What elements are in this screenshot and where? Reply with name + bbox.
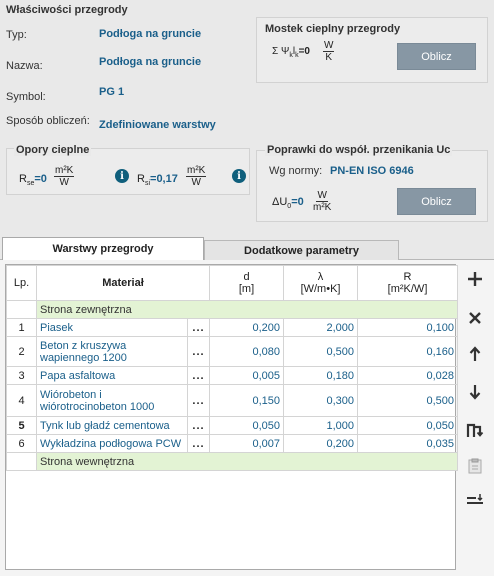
tab-layers[interactable]: Warstwy przegrody <box>2 237 204 260</box>
rsi-value: Rsi=0,17 <box>137 173 178 188</box>
split-icon[interactable] <box>464 419 486 441</box>
arrow-down-icon[interactable] <box>464 381 486 403</box>
row-d[interactable]: 0,080 <box>209 336 285 367</box>
thermal-bridge-formula: Σ Ψklk=0 <box>272 46 310 59</box>
rse-value: Rse=0 <box>19 173 47 188</box>
material-picker-button[interactable]: ... <box>186 366 211 385</box>
material-picker-button[interactable]: ... <box>186 416 211 435</box>
table-row[interactable]: 6 Wykładzina podłogowa PCW ... 0,007 0,2… <box>6 434 459 453</box>
material-picker-button[interactable]: ... <box>186 434 211 453</box>
delta-u-value: ΔU0=0 <box>272 196 304 211</box>
row-lambda[interactable]: 0,200 <box>283 434 359 453</box>
name-value: Podłoga na gruncie <box>99 56 202 68</box>
type-label: Typ: <box>6 29 27 41</box>
type-value: Podłoga na gruncie <box>99 28 202 40</box>
corrections-calc-button[interactable]: Oblicz <box>397 188 476 215</box>
calc-method-value[interactable]: Zdefiniowane warstwy <box>99 119 216 131</box>
row-d[interactable]: 0,200 <box>209 318 285 337</box>
row-r[interactable]: 0,500 <box>357 384 459 417</box>
norm-value: PN-EN ISO 6946 <box>330 165 414 177</box>
row-lambda[interactable]: 0,300 <box>283 384 359 417</box>
section-outer: Strona zewnętrzna <box>35 300 459 319</box>
thermal-bridge-calc-button[interactable]: Oblicz <box>397 43 476 70</box>
rsi-unit: m²K W <box>186 165 207 188</box>
row-lp: 1 <box>6 318 37 337</box>
row-r[interactable]: 0,050 <box>357 416 459 435</box>
row-lp: 6 <box>6 434 37 453</box>
norm-label: Wg normy: <box>269 165 323 177</box>
header-lp[interactable]: Lp. <box>6 265 37 301</box>
name-label: Nazwa: <box>6 60 43 72</box>
thermal-resistance-title: Opory cieplne <box>14 144 92 156</box>
plus-icon[interactable] <box>464 268 486 290</box>
row-r[interactable]: 0,035 <box>357 434 459 453</box>
table-row[interactable]: 2 Beton z kruszywa wapiennego 1200 ... 0… <box>6 336 459 367</box>
delta-u-unit: Wm²K <box>313 190 332 213</box>
layers-table: Lp. Materiał d [m] λ [W/m•K] R [m²K/W] Stro… <box>5 264 459 570</box>
symbol-value: PG 1 <box>99 86 125 98</box>
row-r[interactable]: 0,028 <box>357 366 459 385</box>
row-lp: 2 <box>6 336 37 367</box>
rse-info-icon[interactable]: i <box>115 169 129 183</box>
table-row[interactable]: 5 Tynk lub gładź cementowa ... 0,050 1,0… <box>6 416 459 435</box>
row-d[interactable]: 0,007 <box>209 434 285 453</box>
table-row[interactable]: 3 Papa asfaltowa ... 0,005 0,180 0,028 <box>6 366 459 385</box>
close-icon[interactable] <box>464 307 486 329</box>
row-material[interactable]: Papa asfaltowa <box>36 366 188 385</box>
row-material[interactable]: Wykładzina podłogowa PCW <box>36 434 188 453</box>
row-lp: 5 <box>6 416 37 435</box>
row-material[interactable]: Tynk lub gładź cementowa <box>36 416 188 435</box>
header-lambda[interactable]: λ [W/m•K] <box>283 265 359 301</box>
header-d[interactable]: d [m] <box>209 265 285 301</box>
page-title: Właściwości przegrody <box>6 4 128 16</box>
row-material[interactable]: Wiórobeton i wiórotrocinobeton 1000 <box>36 384 188 417</box>
sort-icon[interactable] <box>464 490 486 512</box>
thermal-bridge-title: Mostek cieplny przegrody <box>265 23 401 35</box>
section-inner: Strona wewnętrzna <box>35 452 459 471</box>
row-material[interactable]: Piasek <box>36 318 188 337</box>
corrections-title: Poprawki do współ. przenikania Uc <box>265 144 453 156</box>
material-picker-button[interactable]: ... <box>186 336 211 367</box>
tab-additional-params[interactable]: Dodatkowe parametry <box>204 240 399 260</box>
row-r[interactable]: 0,160 <box>357 336 459 367</box>
table-row[interactable]: 4 Wiórobeton i wiórotrocinobeton 1000 ..… <box>6 384 459 417</box>
row-r[interactable]: 0,100 <box>357 318 459 337</box>
row-lambda[interactable]: 2,000 <box>283 318 359 337</box>
row-lp: 4 <box>6 384 37 417</box>
row-d[interactable]: 0,150 <box>209 384 285 417</box>
rsi-info-icon[interactable]: i <box>232 169 246 183</box>
rse-unit: m²K W <box>54 165 75 188</box>
row-d[interactable]: 0,005 <box>209 366 285 385</box>
material-picker-button[interactable]: ... <box>186 318 211 337</box>
thermal-bridge-unit: WK <box>323 40 335 63</box>
header-material[interactable]: Materiał <box>35 265 211 301</box>
row-lambda[interactable]: 0,180 <box>283 366 359 385</box>
symbol-label: Symbol: <box>6 91 46 103</box>
paste-icon[interactable] <box>464 455 486 477</box>
row-material[interactable]: Beton z kruszywa wapiennego 1200 <box>36 336 188 367</box>
calc-method-label: Sposób obliczeń: <box>6 115 90 127</box>
row-d[interactable]: 0,050 <box>209 416 285 435</box>
table-row[interactable]: 1 Piasek ... 0,200 2,000 0,100 <box>6 318 459 337</box>
arrow-up-icon[interactable] <box>464 343 486 365</box>
row-lp: 3 <box>6 366 37 385</box>
header-r[interactable]: R [m²K/W] <box>357 265 459 301</box>
row-lambda[interactable]: 0,500 <box>283 336 359 367</box>
material-picker-button[interactable]: ... <box>186 384 211 417</box>
row-lambda[interactable]: 1,000 <box>283 416 359 435</box>
